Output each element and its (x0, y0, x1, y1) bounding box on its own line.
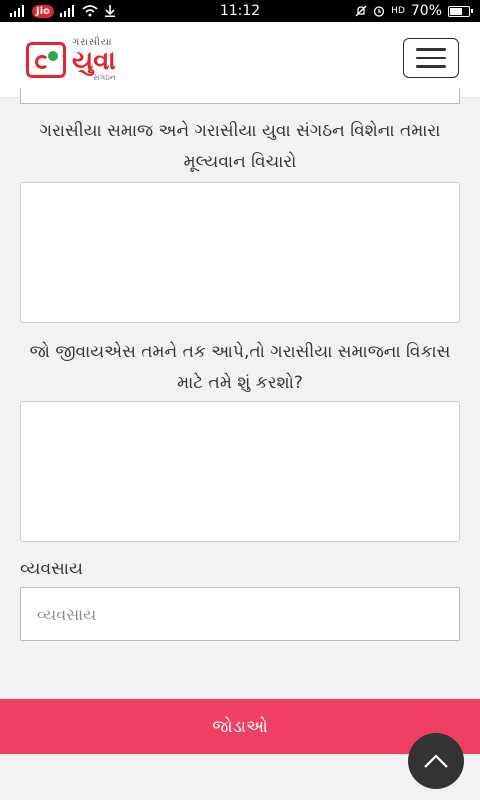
battery-icon (448, 5, 473, 17)
form-content: ગરાસીયા સમાજ અને ગરાસીયા યુવા સંગઠન વિશે… (0, 88, 480, 800)
hamburger-icon (416, 65, 446, 68)
wifi-icon (82, 5, 98, 17)
hamburger-icon (416, 48, 446, 51)
logo-main-text: યુવા (72, 46, 116, 76)
question-1-label: ગરાસીયા સમાજ અને ગરાસીયા યુવા સંગઠન વિશે… (39, 121, 441, 172)
menu-toggle-button[interactable] (403, 38, 459, 78)
status-right: HD 70% (355, 3, 473, 19)
signal-icon (60, 5, 75, 17)
logo-mark-icon (26, 42, 66, 78)
signal-icon (10, 5, 24, 17)
battery-percent: 70% (410, 3, 442, 19)
logo-text: ગરાસીયા યુવા સંગઠન (72, 38, 116, 82)
occupation-label: વ્યવસાય (20, 559, 83, 579)
logo-bottom-text: સંગઠન (92, 73, 116, 82)
download-icon (105, 5, 116, 17)
logo[interactable]: ગરાસીયા યુવા સંગઠન (26, 38, 160, 82)
status-left: Jio (10, 4, 116, 18)
scroll-to-top-button[interactable] (408, 733, 464, 789)
battery-level (450, 7, 462, 15)
join-button[interactable]: જોડાઓ (0, 699, 480, 754)
previous-field[interactable] (20, 88, 460, 104)
alarm-icon (374, 6, 385, 17)
mute-icon (355, 5, 367, 17)
status-bar: Jio 11:12 HD 70% (0, 0, 480, 22)
carrier-badge: Jio (32, 4, 55, 18)
volte-label: HD (391, 6, 405, 16)
question-2-textarea[interactable] (20, 401, 460, 542)
question-2-label: જો જીવાયએસ તમને તક આપે,તો ગરાસીયા સમાજના… (29, 342, 451, 393)
question-1-textarea[interactable] (20, 182, 460, 323)
occupation-input[interactable] (20, 587, 460, 641)
hamburger-icon (416, 56, 446, 60)
site-header: ગરાસીયા યુવા સંગઠન (0, 22, 480, 98)
chevron-up-icon (424, 754, 448, 768)
